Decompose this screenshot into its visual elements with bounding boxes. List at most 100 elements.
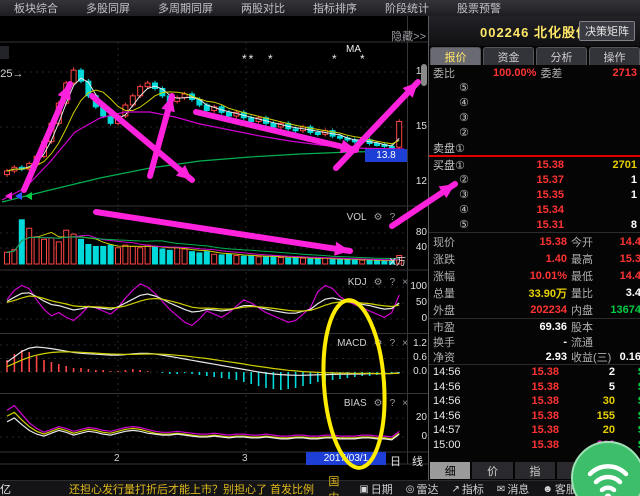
quote-bottom-tab-价[interactable]: 价 xyxy=(472,462,512,479)
weibi-row: 委比100.00%委差2713 xyxy=(429,65,640,80)
trade-row: 14:5615.3830S xyxy=(429,394,640,409)
help-icon[interactable]: ? xyxy=(390,398,396,409)
sell-level-2[interactable]: ② xyxy=(429,125,640,140)
chart-scrollbar-thumb[interactable] xyxy=(421,64,427,86)
indicator-name-kdj: KDJ xyxy=(348,277,367,288)
kdj-axis-50: 50 xyxy=(405,297,427,308)
trade-price: 15.38 xyxy=(499,424,559,436)
indicator-name-vol: VOL xyxy=(347,212,367,223)
status-item-label: 消息 xyxy=(507,481,529,496)
macd-axis-0.6: 0.6 xyxy=(405,352,427,363)
stat-value-2: 15.3 xyxy=(595,253,640,265)
status-news-ticker[interactable]: 还担心发行量打折后才能上市？别担心了 首发比例正悄悄提高 xyxy=(69,481,314,496)
status-item-雷达[interactable]: ◎雷达 xyxy=(406,481,439,496)
hide-panel-link[interactable]: 隐藏>> xyxy=(391,28,426,44)
quote-tab-分析[interactable]: 分析 xyxy=(536,47,587,65)
menu-item-6[interactable]: 股票预警 xyxy=(457,0,501,16)
level-price: 15.38 xyxy=(504,159,564,171)
weicha-label: 委差 xyxy=(540,65,562,81)
sell-level-5[interactable]: ⑤ xyxy=(429,80,640,95)
help-icon[interactable]: ? xyxy=(390,338,396,349)
weibi-label: 委比 xyxy=(433,65,455,81)
level-label: ⑤ xyxy=(459,81,469,94)
cursor-date-tag: 2017/03/1 xyxy=(306,452,386,465)
close-icon[interactable]: × xyxy=(402,212,408,223)
buy-level-1[interactable]: 买盘① 15.38 2701 xyxy=(429,157,640,172)
buy-level-3[interactable]: ③15.351 xyxy=(429,187,640,202)
quote-tab-资金[interactable]: 资金 xyxy=(483,47,534,65)
gear-icon[interactable]: ⚙ xyxy=(374,212,383,223)
service-icon: ☻ xyxy=(542,484,553,495)
buy-level-5[interactable]: ⑤15.318 xyxy=(429,217,640,232)
help-icon[interactable]: ? xyxy=(390,277,396,288)
stat-value-1: 69.36 xyxy=(489,321,567,333)
sell-level-4[interactable]: ④ xyxy=(429,95,640,110)
quote-tab-操作[interactable]: 操作 xyxy=(589,47,640,65)
bias-axis-0: 0 xyxy=(405,431,427,442)
quote-bottom-tab-指[interactable]: 指 xyxy=(515,462,555,479)
menu-item-4[interactable]: 指标排序 xyxy=(313,0,357,16)
quote-bottom-tab-细[interactable]: 细 xyxy=(430,462,470,479)
menu-item-5[interactable]: 阶段统计 xyxy=(385,0,429,16)
help-icon[interactable]: ? xyxy=(390,212,396,223)
stat-value-2: 14.4 xyxy=(595,270,640,282)
stat-label-1: 市盈 xyxy=(433,319,455,335)
status-region-label[interactable]: 国内 xyxy=(328,473,346,496)
level-qty: 1 xyxy=(631,189,637,201)
charts-canvas[interactable] xyxy=(0,0,428,496)
star-marker-0: ** xyxy=(242,52,255,66)
gear-icon[interactable]: ⚙ xyxy=(374,338,383,349)
close-icon[interactable]: × xyxy=(402,398,408,409)
stat-label-2: 量比 xyxy=(571,285,593,301)
menu-item-2[interactable]: 多周期同屏 xyxy=(158,0,213,16)
gear-icon[interactable]: ⚙ xyxy=(374,398,383,409)
buy-level-4[interactable]: ④15.34 xyxy=(429,202,640,217)
status-item-指标[interactable]: ↗指标 xyxy=(452,481,484,496)
star-marker-2: * xyxy=(332,52,339,66)
status-item-消息[interactable]: ✉消息 xyxy=(497,481,529,496)
level-qty: 2701 xyxy=(613,159,637,171)
status-item-日期[interactable]: ▣日期 xyxy=(359,481,392,496)
stat-value-1: 33.90万 xyxy=(489,285,567,301)
status-left-partial: 亿 xyxy=(0,481,11,496)
sell-level-1[interactable]: 卖盘① xyxy=(429,140,640,155)
level-price: 15.31 xyxy=(504,219,564,231)
status-item-label: 指标 xyxy=(462,481,484,496)
trade-qty: 5 xyxy=(609,381,615,393)
period-label[interactable]: 日 线 xyxy=(390,453,427,469)
sell-level-3[interactable]: ③ xyxy=(429,110,640,125)
decision-matrix-button[interactable]: 决策矩阵 xyxy=(579,21,635,41)
level-label: 卖盘① xyxy=(433,140,465,156)
menu-item-0[interactable]: 板块综合 xyxy=(14,0,58,16)
quote-tab-报价[interactable]: 报价 xyxy=(430,47,481,65)
gear-icon[interactable]: ⚙ xyxy=(374,277,383,288)
stat-row: 现价15.38今开14.4 xyxy=(429,233,640,250)
main-axis-12: 12 xyxy=(405,176,427,187)
stat-value-2: 13674 xyxy=(595,304,640,316)
menu-item-3[interactable]: 两股对比 xyxy=(241,0,285,16)
trade-row: 14:5615.382S xyxy=(429,365,640,380)
level-label: 买盘① xyxy=(433,157,465,173)
trade-time: 14:56 xyxy=(433,395,461,407)
stat-value-1: 1.40 xyxy=(489,253,567,265)
buy-level-2[interactable]: ②15.371 xyxy=(429,172,640,187)
trading-app-window: 板块综合多股同屏多周期同屏两股对比指标排序阶段统计股票预警 隐藏>> MA 18… xyxy=(0,0,640,496)
trade-qty: 2 xyxy=(609,366,615,378)
indicator-name-macd: MACD xyxy=(337,338,366,349)
ma-indicator-label: MA xyxy=(346,44,361,55)
stat-label-2: 内盘 xyxy=(571,302,593,318)
trade-qty: 20 xyxy=(603,424,615,436)
stat-row: 市盈69.36股本 xyxy=(429,319,640,334)
level-label: ② xyxy=(459,126,469,139)
stat-label-1: 涨幅 xyxy=(433,268,455,284)
wifi-float-button[interactable] xyxy=(570,440,640,496)
trade-price: 15.38 xyxy=(499,366,559,378)
stat-label-2: 流通 xyxy=(571,334,593,350)
chart-region: 隐藏>> MA 18.25→ 13.8 VOL⚙?×KDJ⚙?×MACD⚙?×B… xyxy=(0,16,428,480)
level-price: 15.37 xyxy=(504,174,564,186)
corner-chip xyxy=(0,46,9,59)
stat-value-1: 202234 xyxy=(489,304,567,316)
weibi-value: 100.00% xyxy=(493,67,536,79)
trade-row: 14:5615.385S xyxy=(429,380,640,395)
menu-item-1[interactable]: 多股同屏 xyxy=(86,0,130,16)
